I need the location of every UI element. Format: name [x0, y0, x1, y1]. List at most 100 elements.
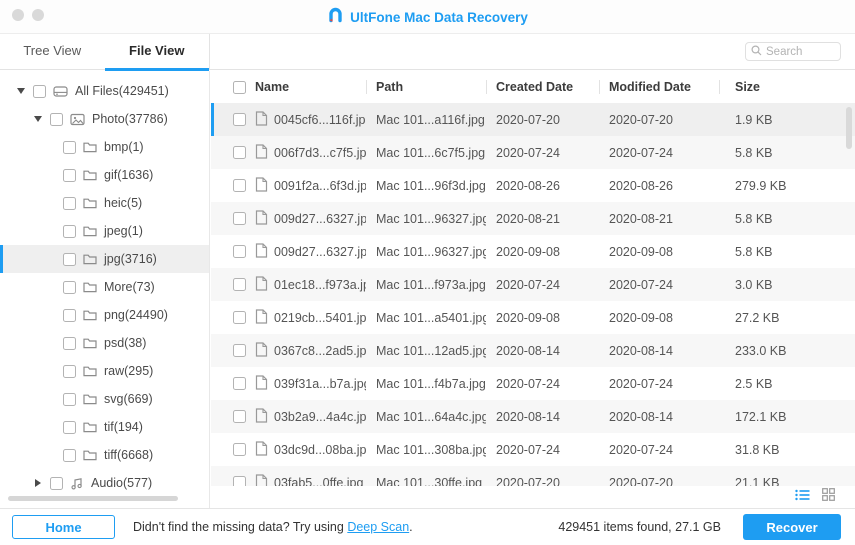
file-path: Mac 101...64a4c.jpg [376, 409, 486, 424]
checkbox[interactable] [233, 146, 246, 159]
column-header-modified[interactable]: Modified Date [599, 80, 719, 94]
checkbox[interactable] [63, 196, 76, 210]
folder-icon [83, 449, 97, 461]
tree-item-raw[interactable]: raw(295) [0, 357, 209, 385]
modified-date: 2020-09-08 [609, 244, 673, 259]
file-type-tree: All Files(429451) Photo(37786) bmp(1) gi… [0, 71, 209, 497]
table-row[interactable]: 03b2a9...4a4c.jpg Mac 101...64a4c.jpg 20… [211, 400, 855, 433]
file-icon [255, 374, 268, 393]
checkbox[interactable] [233, 377, 246, 390]
modified-date: 2020-07-20 [609, 112, 673, 127]
table-row[interactable]: 009d27...6327.jpg Mac 101...96327.jpg 20… [211, 202, 855, 235]
tab-file-view[interactable]: File View [104, 34, 210, 71]
tree-item-all-files[interactable]: All Files(429451) [0, 77, 209, 105]
column-header-created[interactable]: Created Date [486, 80, 599, 94]
column-header-path[interactable]: Path [366, 80, 486, 94]
tree-item-label: psd(38) [104, 336, 147, 350]
app-title: UltFone Mac Data Recovery [350, 9, 528, 25]
table-row[interactable]: 0091f2a...6f3d.jpg Mac 101...96f3d.jpg 2… [211, 169, 855, 202]
table-row[interactable]: 01ec18...f973a.jpg Mac 101...f973a.jpg 2… [211, 268, 855, 301]
checkbox[interactable] [63, 392, 76, 406]
checkbox[interactable] [63, 336, 76, 350]
tree-item-label: tif(194) [104, 420, 143, 434]
deep-scan-hint: Didn't find the missing data? Try using … [133, 520, 413, 534]
checkbox[interactable] [63, 140, 76, 154]
expand-collapse-icon[interactable] [16, 88, 26, 94]
expand-collapse-icon[interactable] [33, 116, 43, 122]
tree-item-label: More(73) [104, 280, 155, 294]
checkbox[interactable] [233, 443, 246, 456]
tree-item-tif[interactable]: tif(194) [0, 413, 209, 441]
tree-item-bmp[interactable]: bmp(1) [0, 133, 209, 161]
tree-item-more[interactable]: More(73) [0, 273, 209, 301]
table-vertical-scrollbar[interactable] [846, 107, 852, 149]
checkbox[interactable] [50, 112, 63, 126]
tab-tree-view[interactable]: Tree View [0, 34, 105, 70]
tree-item-heic[interactable]: heic(5) [0, 189, 209, 217]
select-all-checkbox[interactable] [233, 80, 246, 94]
checkbox[interactable] [50, 476, 63, 490]
file-size: 27.2 KB [735, 310, 780, 325]
tree-item-photo[interactable]: Photo(37786) [0, 105, 209, 133]
table-row[interactable]: 0219cb...5401.jpg Mac 101...a5401.jpg 20… [211, 301, 855, 334]
column-header-name[interactable]: Name [253, 80, 366, 94]
modified-date: 2020-09-08 [609, 310, 673, 325]
created-date: 2020-09-08 [496, 310, 560, 325]
column-header-size[interactable]: Size [719, 80, 855, 94]
checkbox[interactable] [33, 84, 46, 98]
list-view-icon[interactable] [795, 488, 810, 506]
hint-period: . [409, 520, 413, 534]
checkbox[interactable] [63, 364, 76, 378]
checkbox[interactable] [233, 410, 246, 423]
home-button[interactable]: Home [12, 515, 115, 539]
table-row[interactable]: 0045cf6...116f.jpg Mac 101...a116f.jpg 2… [211, 103, 855, 136]
checkbox[interactable] [63, 224, 76, 238]
table-rows: 0045cf6...116f.jpg Mac 101...a116f.jpg 2… [211, 103, 855, 486]
recover-button[interactable]: Recover [743, 514, 841, 540]
checkbox[interactable] [233, 476, 246, 486]
table-row[interactable]: 03fab5...0ffe.jpg Mac 101...30ffe.jpg 20… [211, 466, 855, 486]
checkbox[interactable] [63, 308, 76, 322]
checkbox[interactable] [63, 280, 76, 294]
deep-scan-link[interactable]: Deep Scan [347, 520, 409, 534]
table-row[interactable]: 009d27...6327.jpg Mac 101...96327.jpg 20… [211, 235, 855, 268]
tree-item-psd[interactable]: psd(38) [0, 329, 209, 357]
tree-item-label: bmp(1) [104, 140, 144, 154]
tree-item-png[interactable]: png(24490) [0, 301, 209, 329]
file-size: 31.8 KB [735, 442, 780, 457]
checkbox[interactable] [233, 344, 246, 357]
checkbox[interactable] [233, 212, 246, 225]
checkbox[interactable] [63, 252, 76, 266]
folder-icon [83, 281, 97, 293]
checkbox[interactable] [233, 179, 246, 192]
checkbox[interactable] [233, 245, 246, 258]
tree-item-jpeg[interactable]: jpeg(1) [0, 217, 209, 245]
file-size: 5.8 KB [735, 211, 773, 226]
search-input[interactable] [766, 45, 830, 58]
tree-item-svg[interactable]: svg(669) [0, 385, 209, 413]
checkbox[interactable] [63, 168, 76, 182]
tree-item-label: gif(1636) [104, 168, 154, 182]
created-date: 2020-08-14 [496, 409, 560, 424]
checkbox[interactable] [233, 113, 246, 126]
tree-item-jpg[interactable]: jpg(3716) [0, 245, 209, 273]
file-size: 1.9 KB [735, 112, 773, 127]
tree-item-audio[interactable]: Audio(577) [0, 469, 209, 497]
search-box[interactable] [745, 42, 841, 61]
tree-item-tiff[interactable]: tiff(6668) [0, 441, 209, 469]
table-row[interactable]: 006f7d3...c7f5.jpg Mac 101...6c7f5.jpg 2… [211, 136, 855, 169]
sidebar-horizontal-scrollbar[interactable] [8, 496, 178, 501]
expand-collapse-icon[interactable] [33, 479, 43, 487]
checkbox[interactable] [233, 311, 246, 324]
created-date: 2020-08-14 [496, 343, 560, 358]
created-date: 2020-07-24 [496, 376, 560, 391]
tree-item-gif[interactable]: gif(1636) [0, 161, 209, 189]
file-icon [255, 143, 268, 162]
table-row[interactable]: 0367c8...2ad5.jpg Mac 101...12ad5.jpg 20… [211, 334, 855, 367]
checkbox[interactable] [63, 448, 76, 462]
grid-view-icon[interactable] [822, 488, 835, 506]
checkbox[interactable] [63, 420, 76, 434]
table-row[interactable]: 039f31a...b7a.jpg Mac 101...f4b7a.jpg 20… [211, 367, 855, 400]
table-row[interactable]: 03dc9d...08ba.jpg Mac 101...308ba.jpg 20… [211, 433, 855, 466]
checkbox[interactable] [233, 278, 246, 291]
